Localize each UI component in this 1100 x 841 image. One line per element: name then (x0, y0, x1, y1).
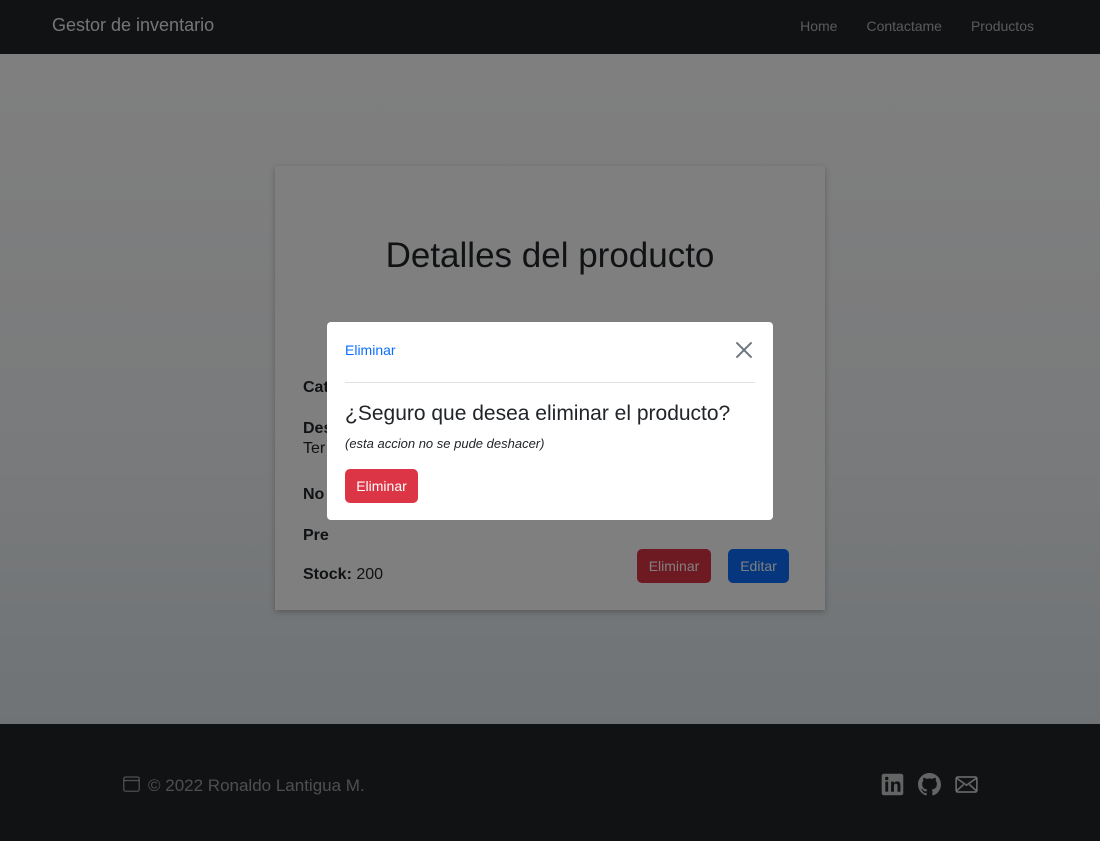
close-button[interactable] (733, 339, 755, 361)
close-icon (735, 341, 753, 359)
modal-note: (esta accion no se pude deshacer) (345, 436, 545, 451)
modal-header: Eliminar (345, 322, 755, 383)
confirm-delete-button[interactable]: Eliminar (345, 469, 418, 503)
delete-confirm-modal: Eliminar ¿Seguro que desea eliminar el p… (327, 322, 773, 520)
modal-question: ¿Seguro que desea eliminar el producto? (345, 402, 731, 425)
modal-title: Eliminar (345, 342, 396, 358)
